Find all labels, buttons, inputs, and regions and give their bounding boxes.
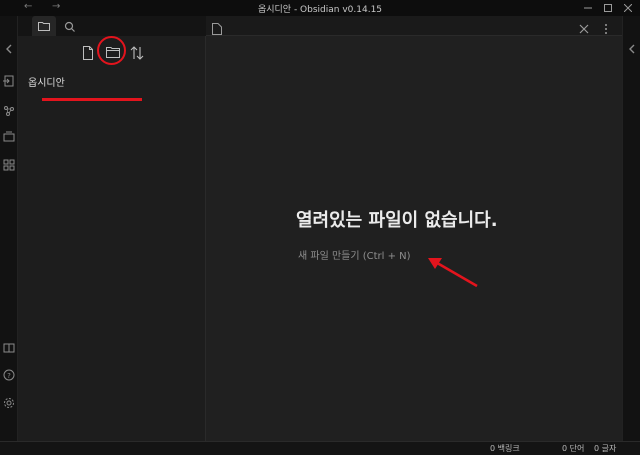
window-close-icon [624, 4, 632, 12]
maximize-icon [604, 4, 612, 12]
settings-icon[interactable] [3, 394, 15, 408]
folder-icon [38, 22, 50, 31]
word-count: 0 단어 [562, 444, 585, 453]
new-note-button[interactable] [78, 43, 98, 63]
templates-icon[interactable] [3, 156, 15, 171]
tab-search[interactable] [58, 16, 82, 36]
tab-file-explorer[interactable] [32, 16, 56, 36]
graph-view-icon[interactable] [3, 102, 15, 116]
help-icon[interactable]: ? [3, 366, 15, 381]
create-new-file-link[interactable]: 새 파일 만들기 (Ctrl + N) [298, 247, 411, 262]
open-vault-icon[interactable] [3, 339, 15, 353]
backlinks-count[interactable]: 0 백링크 [490, 443, 520, 454]
pane-header [206, 16, 622, 36]
file-explorer-sidebar: 옵시디안 [18, 16, 206, 441]
empty-state-title: 열려있는 파일이 없습니다. [296, 210, 498, 231]
annotation-arrow [428, 258, 478, 288]
close-icon[interactable] [578, 20, 590, 34]
maximize-button[interactable] [598, 0, 618, 16]
minimize-button[interactable] [578, 0, 598, 16]
open-quick-switcher-icon[interactable] [3, 72, 15, 87]
minimize-icon [584, 7, 592, 9]
status-bar: 0 백링크 0 단어 0 글자 [0, 441, 640, 455]
sidebar-tabs [18, 16, 206, 36]
window-close-button[interactable] [618, 0, 638, 16]
new-note-icon [83, 46, 93, 60]
collapse-left-icon[interactable] [3, 40, 15, 54]
svg-text:?: ? [7, 372, 11, 380]
file-icon [212, 20, 224, 35]
command-palette-icon[interactable] [3, 128, 15, 142]
annotation-underline [42, 98, 142, 101]
main-pane: 열려있는 파일이 없습니다. 새 파일 만들기 (Ctrl + N) [206, 16, 622, 441]
left-ribbon: ? [0, 16, 18, 441]
sort-button[interactable] [126, 43, 146, 63]
sort-icon [130, 46, 144, 60]
search-icon [64, 21, 75, 32]
window-title: 옵시디안 - Obsidian v0.14.15 [257, 5, 383, 15]
annotation-circle [97, 36, 126, 65]
more-options-icon[interactable] [600, 20, 612, 34]
char-count: 0 글자 [594, 444, 617, 453]
vault-root-folder[interactable]: 옵시디안 [28, 74, 65, 89]
right-ribbon [622, 16, 640, 441]
collapse-right-icon[interactable] [626, 40, 638, 54]
title-bar: ← → 옵시디안 - Obsidian v0.14.15 [0, 0, 640, 16]
